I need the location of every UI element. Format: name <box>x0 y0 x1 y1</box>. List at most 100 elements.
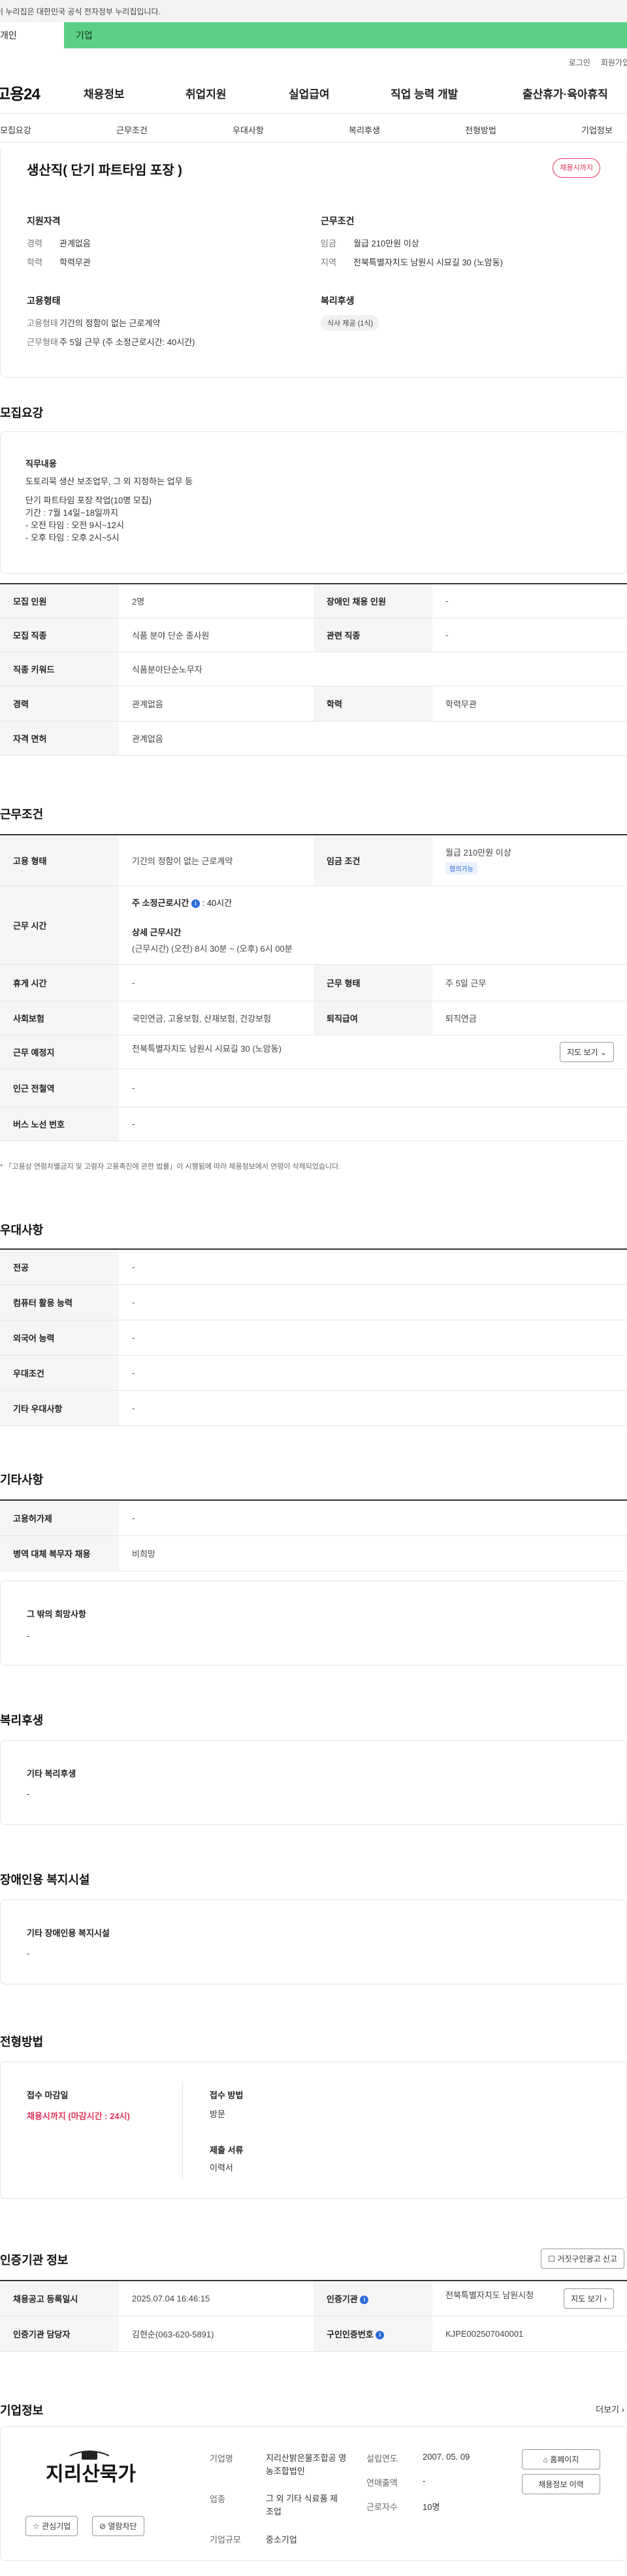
company-name-value: 지리산밝은물조합공 영농조합법인 <box>266 2453 347 2476</box>
table-row: 모집 인원 2명 장애인 채용 인원 - <box>0 583 627 618</box>
cell-value: - <box>432 583 627 618</box>
table-row: 근무 예정지 전북특별자치도 남원시 시묘길 30 (노암동) 지도 보기 ⌄ <box>0 1035 627 1069</box>
summary-type-value: 기간의 정함이 없는 근로계약 <box>59 318 161 328</box>
detail-hours-heading: 상세 근무시간 <box>132 927 182 937</box>
pref-section-title: 우대사항 <box>0 1224 44 1237</box>
wage-value: 월급 210만원 이상 <box>445 848 511 858</box>
summary-career-value: 관계없음 <box>59 239 91 248</box>
cell-key: 인증기관 담당자 <box>0 2316 119 2352</box>
gnb-item-leave[interactable]: 출산휴가·육아휴직 <box>522 85 608 101</box>
company-staff-key: 근로자수 <box>366 2502 398 2512</box>
cell-key: 기타 우대사항 <box>0 1390 119 1426</box>
wage-negotiable-badge: 협의가능 <box>445 862 477 875</box>
table-row: 기타 우대사항 - <box>0 1390 627 1426</box>
report-fake-ad-button[interactable]: ☐ 거짓구인광고 신고 <box>541 2249 624 2269</box>
method-heading: 접수 방법 <box>210 2090 244 2100</box>
company-more-link[interactable]: 더보기 › <box>596 2403 624 2415</box>
other-wish-value: - <box>27 1631 30 1641</box>
wage-cell: 월급 210만원 이상 협의가능 <box>432 834 627 886</box>
chevron-right-icon: › <box>621 2405 624 2415</box>
info-icon[interactable]: i <box>360 2295 369 2304</box>
company-industry-key: 업종 <box>210 2494 225 2504</box>
table-row: 인증기관 담당자 김현순(063-620-5891) 구인인증번호 i KJPE… <box>0 2316 627 2352</box>
cell-value: 김현순(063-620-5891) <box>119 2316 314 2352</box>
company-name-key: 기업명 <box>210 2454 233 2464</box>
job-history-button[interactable]: 채용정보 이력 <box>522 2474 600 2494</box>
map-view-button[interactable]: 지도 보기 ⌄ <box>560 1041 614 1062</box>
tab-welfare[interactable]: 복리후생 <box>349 124 380 136</box>
anchor-tabbar: 모집요강 근무조건 우대사항 복리후생 전형방법 기업정보 <box>0 114 627 142</box>
weekly-hours-label: 주 소정근로시간 <box>132 897 189 908</box>
company-year-key: 설립연도 <box>366 2454 398 2464</box>
tab-work[interactable]: 근무조건 <box>116 124 148 136</box>
cell-value: - <box>119 1248 627 1285</box>
cell-value: 비희망 <box>119 1535 627 1571</box>
auth-section-title: 인증기관 정보 <box>0 2254 69 2267</box>
age-law-note: * 「고용상 연령차별금지 및 고령자 고용촉진에 관한 법률」이 시행됨에 따… <box>0 1163 341 1171</box>
cell-value: - <box>119 1107 627 1141</box>
table-row: 채용공고 등록일시 2025.07.04 16:46:15 인증기관 i 전북특… <box>0 2280 627 2317</box>
signup-link[interactable]: 회원가입 <box>601 57 627 68</box>
cell-value: - <box>432 618 627 652</box>
gnb-item-training[interactable]: 직업 능력 개발 <box>391 85 458 101</box>
cell-value: 주 5일 근무 <box>432 964 627 1001</box>
tab-pref[interactable]: 우대사항 <box>233 124 264 136</box>
site-logo[interactable]: 고용24 <box>0 81 40 104</box>
favorite-company-button[interactable]: ☆ 관심기업 <box>25 2516 78 2536</box>
summary-loc-key: 지역 <box>321 258 336 267</box>
facility-card: 기타 장애인용 복지시설 - <box>0 1899 627 1984</box>
tab-selection[interactable]: 전형방법 <box>465 124 496 136</box>
other-wish-heading: 그 밖의 희망사항 <box>27 1609 86 1619</box>
tab-recruit[interactable]: 모집요강 <box>0 124 31 136</box>
gov-banner: 이 누리집은 대한민국 공식 전자정부 누리집입니다. <box>0 0 627 22</box>
docs-value: 이력서 <box>210 2163 233 2173</box>
cell-key: 인근 전철역 <box>0 1069 119 1107</box>
table-row: 컴퓨터 활용 능력 - <box>0 1284 627 1320</box>
cell-key: 버스 노선 번호 <box>0 1107 119 1141</box>
gnb-item-support[interactable]: 취업지원 <box>185 85 227 101</box>
info-icon[interactable]: i <box>191 899 200 908</box>
login-link[interactable]: 로그인 <box>569 57 590 68</box>
summary-type-key: 고용형태 <box>27 318 58 328</box>
cell-key: 직종 키워드 <box>0 652 119 686</box>
cell-key: 관련 직종 <box>314 618 432 652</box>
welfare-chip: 식사 제공 (1식) <box>321 315 380 331</box>
table-row: 우대조건 - <box>0 1355 627 1391</box>
tab-corp[interactable]: 기업 <box>64 22 627 48</box>
table-row: 사회보험 국민연금, 고용보험, 산재보험, 건강보험 퇴직급여 퇴직연금 <box>0 1001 627 1035</box>
auth-map-button[interactable]: 지도 보기 › <box>564 2288 614 2309</box>
company-logo-text: 지리산묵가 <box>46 2463 136 2486</box>
cell-key: 근무 시간 <box>0 886 119 965</box>
cell-key: 퇴직급여 <box>314 1001 432 1035</box>
cell-key: 장애인 채용 인원 <box>314 583 432 618</box>
cell-value: - <box>119 1355 627 1391</box>
auth-map-label: 지도 보기 <box>571 2294 602 2303</box>
facility-heading: 기타 장애인용 복지시설 <box>27 1928 110 1938</box>
homepage-button[interactable]: ⌂ 홈페이지 <box>522 2449 600 2469</box>
recruit-table: 모집 인원 2명 장애인 채용 인원 - 모집 직종 식품 분야 단순 종사원 … <box>0 583 627 756</box>
cell-key: 채용공고 등록일시 <box>0 2280 119 2317</box>
company-logo-graphic: 지리산묵가 <box>46 2451 136 2486</box>
cell-value: 식품분야단순노무자 <box>119 652 627 686</box>
chevron-right-icon: › <box>604 2294 607 2303</box>
facility-value: - <box>27 1949 30 1958</box>
block-view-button[interactable]: ⊘ 열람차단 <box>92 2516 144 2536</box>
place-cell: 전북특별자치도 남원시 시묘길 30 (노암동) 지도 보기 ⌄ <box>119 1035 627 1069</box>
cell-key: 고용허가제 <box>0 1499 119 1536</box>
cell-key: 전공 <box>0 1248 119 1285</box>
etc-table: 고용허가제 - 병역 대체 복무자 채용 비희망 <box>0 1499 627 1571</box>
info-icon[interactable]: i <box>376 2330 385 2339</box>
company-scale-key: 기업규모 <box>210 2535 241 2545</box>
tab-company[interactable]: 기업정보 <box>581 124 613 136</box>
block-icon: ⊘ <box>99 2522 106 2531</box>
company-info-right: 설립연도 2007. 05. 09 연매출액 - 근로자수 10명 <box>366 2452 470 2513</box>
gnb-item-jobs[interactable]: 채용정보 <box>84 85 125 101</box>
summary-loc-value: 전북특별자치도 남원시 시묘길 30 (노암동) <box>353 258 503 267</box>
report-icon: ☐ <box>548 2254 555 2264</box>
tab-personal[interactable]: 개인 <box>0 22 64 48</box>
duty-line <box>25 488 193 494</box>
gnb-item-benefit[interactable]: 실업급여 <box>289 85 330 101</box>
docs-heading: 제출 서류 <box>210 2145 244 2155</box>
map-view-label: 지도 보기 <box>567 1047 598 1057</box>
favorite-company-label: 관심기업 <box>42 2522 71 2531</box>
